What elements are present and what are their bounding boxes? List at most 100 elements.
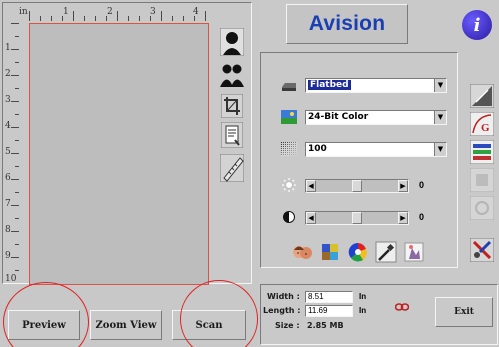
ruler-tick — [194, 16, 195, 21]
ruler-tick — [183, 16, 184, 21]
ruler-tick — [11, 153, 19, 154]
exit-button[interactable]: Exit — [435, 297, 493, 327]
histogram-icon[interactable] — [469, 139, 495, 165]
brightness-slider-thumb[interactable] — [352, 180, 362, 192]
ruler-tick — [15, 192, 19, 193]
chevron-down-icon[interactable]: ▼ — [434, 143, 446, 156]
ruler-tick — [40, 16, 41, 21]
ruler-tick — [205, 11, 206, 21]
contrast-icon — [281, 210, 297, 224]
ruler-left-label: 3 — [5, 95, 11, 105]
ruler-tick — [15, 62, 19, 63]
zoom-view-button[interactable]: Zoom View — [90, 310, 162, 340]
contrast-slider-thumb[interactable] — [352, 212, 362, 224]
image-adjust-toolbar — [291, 241, 451, 265]
ruler-tick — [15, 244, 19, 245]
ruler-tick — [11, 49, 19, 50]
preview-button[interactable]: Preview — [8, 310, 80, 340]
ruler-icon[interactable] — [219, 153, 245, 183]
color-balance-icon[interactable] — [319, 241, 341, 263]
resolution-dots-icon — [281, 142, 297, 156]
color-wheel-icon[interactable] — [347, 241, 369, 263]
scan-source-value: Flatbed — [308, 80, 351, 90]
crop-icon[interactable] — [219, 93, 245, 119]
width-unit: In — [359, 292, 367, 301]
ruler-tick — [29, 11, 30, 21]
length-field[interactable]: 11.69 — [305, 305, 353, 317]
ruler-tick — [11, 75, 19, 76]
ruler-tick — [150, 16, 151, 21]
width-label: Width : — [267, 292, 300, 301]
ruler-tick — [11, 231, 19, 232]
scan-source-row: Flatbed ▼ — [261, 77, 459, 95]
ruler-tick — [15, 270, 19, 271]
ruler-tick — [128, 16, 129, 21]
color-mode-row: 24-Bit Color ▼ — [261, 109, 459, 127]
brightness-icon — [281, 178, 297, 192]
ruler-tick — [106, 16, 107, 21]
multi-person-icon[interactable] — [219, 61, 245, 89]
person-silhouette-icon[interactable] — [219, 27, 245, 57]
chevron-down-icon[interactable]: ▼ — [434, 79, 446, 92]
ruler-tick — [15, 140, 19, 141]
ruler-unit-label: in — [19, 7, 28, 17]
resolution-value: 100 — [308, 144, 327, 154]
slider-right-arrow[interactable]: ▶ — [398, 212, 408, 224]
link-ratio-icon[interactable] — [394, 299, 410, 317]
ruler-left-label: 4 — [5, 121, 11, 131]
svg-text:G: G — [481, 122, 490, 134]
contrast-slider[interactable]: ◀ ▶ — [305, 211, 409, 225]
ruler-top-label: 2 — [107, 7, 113, 17]
ruler-tick — [11, 23, 19, 24]
chevron-down-icon[interactable]: ▼ — [434, 111, 446, 124]
eyedropper-icon[interactable] — [375, 241, 397, 263]
color-mode-select[interactable]: 24-Bit Color ▼ — [305, 110, 447, 125]
invert-image-icon[interactable] — [403, 241, 425, 263]
preview-panel: in 1 2 3 4 1 2 3 4 5 6 7 8 9 10 — [2, 2, 252, 285]
tools-icon[interactable] — [469, 237, 495, 263]
settings-panel: Flatbed ▼ 24-Bit Color ▼ 100 ▼ ◀ ▶ 0 ◀ ▶… — [260, 52, 458, 268]
ruler-top: in 1 2 3 4 — [19, 7, 215, 21]
ruler-tick — [15, 166, 19, 167]
ruler-tick — [11, 205, 19, 206]
slider-left-arrow[interactable]: ◀ — [306, 180, 316, 192]
ruler-left-label: 5 — [5, 147, 11, 157]
rotate-disabled-icon — [469, 195, 495, 221]
width-field[interactable]: 8.51 — [305, 291, 353, 303]
length-unit: In — [359, 306, 367, 315]
ruler-left-label: 8 — [5, 225, 11, 235]
ruler-tick — [117, 11, 118, 21]
info-icon[interactable]: i — [462, 10, 492, 40]
ruler-tick — [15, 218, 19, 219]
ruler-left-label: 2 — [5, 69, 11, 79]
ruler-tick — [15, 88, 19, 89]
ruler-tick — [62, 16, 63, 21]
brightness-slider[interactable]: ◀ ▶ — [305, 179, 409, 193]
faces-icon[interactable] — [291, 241, 313, 263]
ruler-tick — [95, 16, 96, 21]
ruler-left-label: 9 — [5, 251, 11, 261]
resolution-row: 100 ▼ — [261, 141, 459, 159]
auto-adjust-icon[interactable] — [469, 83, 495, 109]
resolution-select[interactable]: 100 ▼ — [305, 142, 447, 157]
scan-button[interactable]: Scan — [172, 310, 246, 340]
scanner-icon — [281, 78, 297, 92]
ruler-tick — [73, 11, 74, 21]
scan-source-select[interactable]: Flatbed ▼ — [305, 78, 447, 93]
brightness-row: ◀ ▶ 0 — [261, 177, 459, 195]
preview-canvas[interactable] — [29, 23, 209, 285]
length-label: Length : — [263, 306, 301, 315]
gamma-curve-icon[interactable]: G — [469, 111, 495, 137]
brand-logo: Avision — [286, 4, 408, 44]
ruler-tick — [11, 127, 19, 128]
brightness-value: 0 — [419, 180, 425, 190]
ruler-tick — [11, 179, 19, 180]
ruler-left-label: 10 — [5, 274, 17, 284]
slider-left-arrow[interactable]: ◀ — [306, 212, 316, 224]
ruler-tick — [11, 101, 19, 102]
slider-right-arrow[interactable]: ▶ — [398, 180, 408, 192]
ruler-left-label: 7 — [5, 199, 11, 209]
contrast-value: 0 — [419, 212, 425, 222]
filter-disabled-icon — [469, 167, 495, 193]
document-icon[interactable] — [219, 121, 245, 149]
